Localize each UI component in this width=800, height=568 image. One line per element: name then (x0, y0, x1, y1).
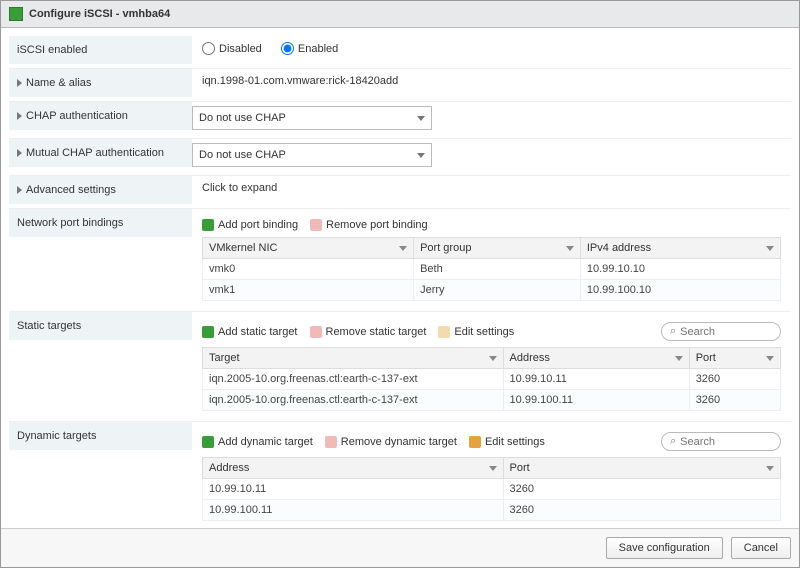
col-port[interactable]: Port (503, 458, 780, 479)
dialog-body: iSCSI enabled Disabled Enabled Name & al… (1, 28, 799, 528)
iscsi-icon (9, 7, 23, 21)
chevron-down-icon (399, 246, 407, 251)
value-advanced[interactable]: Click to expand (202, 182, 277, 194)
edit-icon (469, 436, 481, 448)
col-ipv4[interactable]: IPv4 address (580, 238, 780, 259)
chevron-down-icon (766, 356, 774, 361)
expand-icon (17, 79, 22, 87)
chevron-down-icon (766, 246, 774, 251)
col-target[interactable]: Target (203, 348, 504, 369)
dialog-title: Configure iSCSI - vmhba64 (29, 8, 170, 20)
port-bindings-table: VMkernel NIC Port group IPv4 address vmk… (202, 237, 781, 301)
chevron-down-icon (675, 356, 683, 361)
add-icon (202, 436, 214, 448)
col-portgroup[interactable]: Port group (414, 238, 581, 259)
table-row[interactable]: 10.99.100.113260 (203, 500, 781, 521)
value-name-alias: iqn.1998-01.com.vmware:rick-18420add (202, 75, 398, 87)
remove-port-binding-button: Remove port binding (310, 219, 428, 231)
remove-dynamic-target-button: Remove dynamic target (325, 436, 457, 448)
search-static[interactable]: ⌕ (661, 322, 781, 341)
edit-icon (438, 326, 450, 338)
label-name-alias[interactable]: Name & alias (9, 69, 192, 97)
static-targets-table: Target Address Port iqn.2005-10.org.free… (202, 347, 781, 411)
expand-icon (17, 149, 22, 157)
label-dynamic-targets: Dynamic targets (9, 422, 192, 450)
remove-static-target-button: Remove static target (310, 326, 427, 338)
add-icon (202, 326, 214, 338)
col-nic[interactable]: VMkernel NIC (203, 238, 414, 259)
search-input-dynamic[interactable] (680, 436, 760, 448)
remove-icon (325, 436, 337, 448)
radio-enabled[interactable]: Enabled (281, 42, 338, 55)
table-row[interactable]: vmk0Beth10.99.10.10 (203, 259, 781, 280)
add-icon (202, 219, 214, 231)
chevron-down-icon (417, 116, 425, 121)
label-iscsi-enabled: iSCSI enabled (9, 36, 192, 64)
select-chap[interactable]: Do not use CHAP (192, 106, 432, 130)
remove-icon (310, 326, 322, 338)
add-port-binding-button[interactable]: Add port binding (202, 219, 298, 231)
add-dynamic-target-button[interactable]: Add dynamic target (202, 436, 313, 448)
col-address[interactable]: Address (203, 458, 504, 479)
add-static-target-button[interactable]: Add static target (202, 326, 298, 338)
edit-dynamic-target-button[interactable]: Edit settings (469, 436, 545, 448)
label-static-targets: Static targets (9, 312, 192, 340)
chevron-down-icon (766, 466, 774, 471)
chevron-down-icon (566, 246, 574, 251)
table-row[interactable]: 10.99.10.113260 (203, 479, 781, 500)
label-advanced[interactable]: Advanced settings (9, 176, 192, 204)
search-icon: ⌕ (670, 435, 676, 448)
label-mutual-chap[interactable]: Mutual CHAP authentication (9, 139, 192, 167)
table-row[interactable]: vmk1Jerry10.99.100.10 (203, 280, 781, 301)
cancel-button[interactable]: Cancel (731, 537, 791, 559)
select-mutual-chap[interactable]: Do not use CHAP (192, 143, 432, 167)
chevron-down-icon (417, 153, 425, 158)
dialog: Configure iSCSI - vmhba64 iSCSI enabled … (0, 0, 800, 568)
edit-static-target-button: Edit settings (438, 326, 514, 338)
title-bar: Configure iSCSI - vmhba64 (1, 1, 799, 28)
save-button[interactable]: Save configuration (606, 537, 723, 559)
expand-icon (17, 186, 22, 194)
table-row[interactable]: iqn.2005-10.org.freenas.ctl:earth-c-137-… (203, 369, 781, 390)
search-icon: ⌕ (670, 325, 676, 338)
radio-disabled[interactable]: Disabled (202, 42, 262, 55)
col-port[interactable]: Port (689, 348, 780, 369)
remove-icon (310, 219, 322, 231)
search-dynamic[interactable]: ⌕ (661, 432, 781, 451)
dialog-footer: Save configuration Cancel (1, 528, 799, 567)
chevron-down-icon (489, 466, 497, 471)
chevron-down-icon (489, 356, 497, 361)
label-chap[interactable]: CHAP authentication (9, 102, 192, 130)
expand-icon (17, 112, 22, 120)
table-row[interactable]: iqn.2005-10.org.freenas.ctl:earth-c-137-… (203, 390, 781, 411)
col-address[interactable]: Address (503, 348, 689, 369)
search-input-static[interactable] (680, 326, 760, 338)
label-port-bindings: Network port bindings (9, 209, 192, 237)
dynamic-targets-table: Address Port 10.99.10.11326010.99.100.11… (202, 457, 781, 521)
